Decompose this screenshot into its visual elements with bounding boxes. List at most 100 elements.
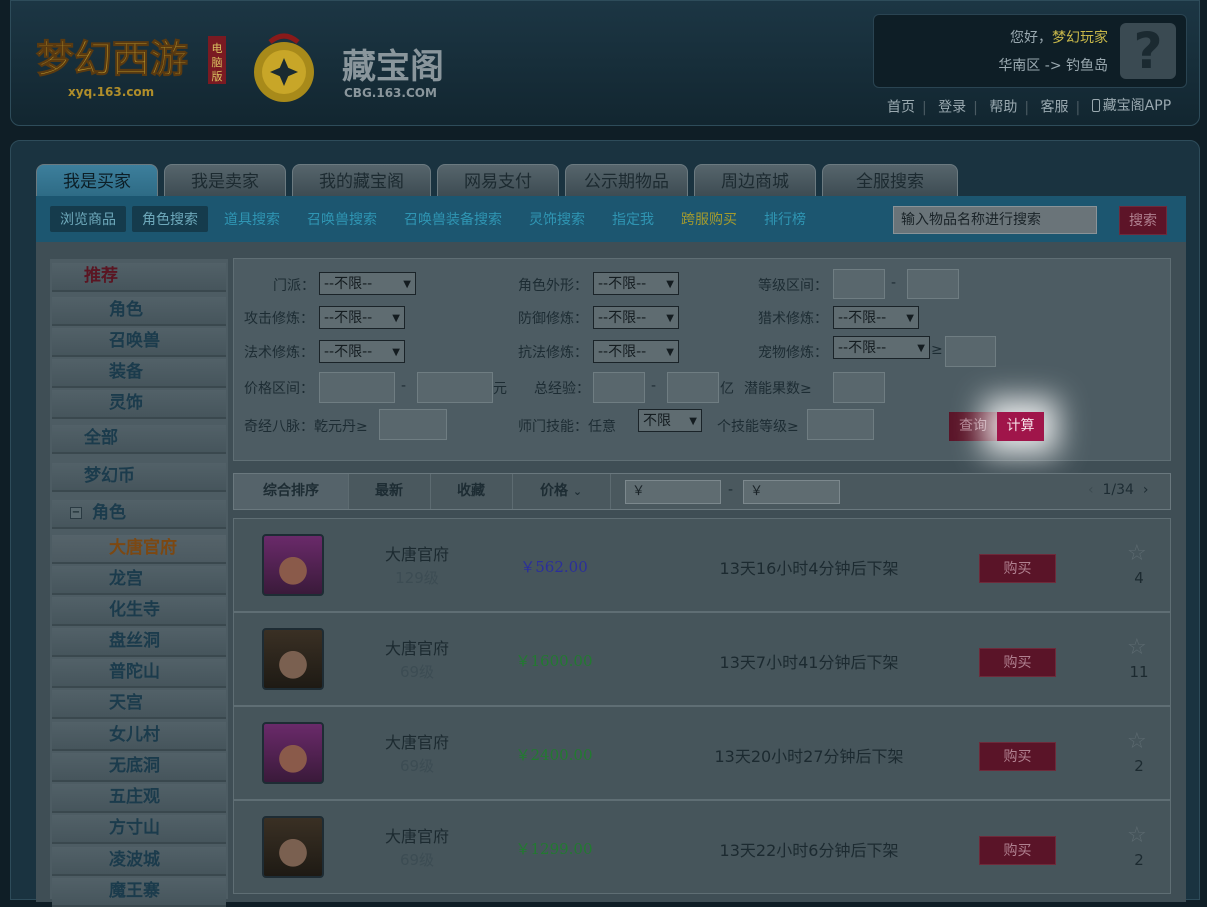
item-search-input[interactable]: 输入物品名称进行搜索 [893, 206, 1097, 234]
star-icon[interactable]: ☆ [1127, 541, 1147, 566]
nav-designated[interactable]: 指定我 [612, 209, 654, 229]
sidebar-recommend[interactable]: 推荐 [52, 263, 226, 292]
nav-ornament-search[interactable]: 灵饰搜索 [529, 209, 585, 229]
tab-shop[interactable]: 周边商城 [694, 164, 816, 198]
character-avatar[interactable] [262, 816, 324, 878]
potential-input[interactable] [833, 372, 885, 403]
avatar-placeholder-icon[interactable]: ? [1120, 23, 1176, 79]
pet-train-select[interactable]: --不限-- ▼ [833, 336, 930, 359]
sidebar-school-wudi[interactable]: 无底洞 [52, 753, 226, 782]
prev-page-icon[interactable]: ‹ [1088, 482, 1094, 498]
sidebar-school-lingbo[interactable]: 凌波城 [52, 847, 226, 876]
skill-level-input[interactable] [807, 409, 874, 440]
calc-button[interactable]: 计算 [997, 412, 1044, 441]
sort-comprehensive[interactable]: 综合排序 [234, 474, 349, 509]
buy-button[interactable]: 购买 [979, 742, 1056, 771]
username-link[interactable]: 梦幻玩家 [1052, 30, 1108, 46]
sidebar-item-ornament[interactable]: 灵饰 [52, 390, 226, 419]
sort-favorites[interactable]: 收藏 [430, 474, 513, 509]
nav-item-search[interactable]: 道具搜索 [224, 209, 280, 229]
level-min-input[interactable] [833, 269, 885, 299]
sidebar-currency[interactable]: 梦幻币 [52, 463, 226, 492]
sidebar-all[interactable]: 全部 [52, 425, 226, 454]
level-max-input[interactable] [907, 269, 959, 299]
nav-pet-search[interactable]: 召唤兽搜索 [307, 209, 377, 229]
sidebar-school-fangcun[interactable]: 方寸山 [52, 815, 226, 844]
sidebar-school-nver[interactable]: 女儿村 [52, 722, 226, 751]
listing-row[interactable]: 大唐官府 69级 ￥1299.00 13天22小时6分钟后下架 购买 ☆ 2 [233, 800, 1171, 894]
next-page-icon[interactable]: › [1143, 482, 1149, 498]
attack-select[interactable]: --不限-- ▼ [319, 306, 405, 329]
sidebar-school-mowang[interactable]: 魔王寨 [52, 878, 226, 907]
query-button[interactable]: 查询 [949, 412, 997, 441]
sort-price[interactable]: 价格 ⌄ [512, 474, 611, 509]
buy-button[interactable]: 购买 [979, 648, 1056, 677]
favorite-count: 4 [1134, 569, 1144, 587]
appearance-label: 角色外形： [518, 278, 588, 294]
buy-button[interactable]: 购买 [979, 554, 1056, 583]
buy-button[interactable]: 购买 [979, 836, 1056, 865]
sidebar-item-equipment[interactable]: 装备 [52, 359, 226, 388]
sidebar-school-tiangong[interactable]: 天宫 [52, 690, 226, 719]
star-icon[interactable]: ☆ [1127, 823, 1147, 848]
app-link[interactable]: 藏宝阁APP [1091, 95, 1171, 115]
sidebar-item-pet[interactable]: 召唤兽 [52, 328, 226, 357]
sidebar-school-datang[interactable]: 大唐官府 [52, 535, 226, 564]
magic-select[interactable]: --不限-- ▼ [319, 340, 405, 363]
sidebar-school-huasheng[interactable]: 化生寺 [52, 597, 226, 626]
support-link[interactable]: 客服 [1041, 100, 1069, 116]
game-logo[interactable]: 梦幻西游 电 脑 版 xyq.163.com [28, 22, 228, 102]
star-icon[interactable]: ☆ [1127, 729, 1147, 754]
chevron-down-icon: ▼ [666, 313, 674, 324]
tab-seller[interactable]: 我是卖家 [164, 164, 286, 198]
tab-netease-pay[interactable]: 网易支付 [437, 164, 559, 198]
character-avatar[interactable] [262, 534, 324, 596]
home-link[interactable]: 首页 [887, 100, 915, 116]
exp-unit: 亿 [720, 381, 734, 397]
school-select[interactable]: --不限-- ▼ [319, 272, 416, 295]
nav-ranking[interactable]: 排行榜 [764, 209, 806, 229]
character-avatar[interactable] [262, 722, 324, 784]
appearance-select[interactable]: --不限-- ▼ [593, 272, 679, 295]
tab-all-server-search[interactable]: 全服搜索 [822, 164, 958, 198]
login-link[interactable]: 登录 [938, 100, 966, 116]
nav-cross-server[interactable]: 跨服购买 [681, 209, 737, 229]
sidebar-item-role[interactable]: 角色 [52, 297, 226, 326]
sidebar-school-putuo[interactable]: 普陀山 [52, 659, 226, 688]
collapse-icon[interactable]: − [70, 507, 82, 519]
sidebar-school-longgong[interactable]: 龙宫 [52, 566, 226, 595]
star-icon[interactable]: ☆ [1127, 635, 1147, 660]
exp-min-input[interactable] [593, 372, 645, 403]
meridian-input[interactable] [379, 409, 447, 440]
sort-price-min-input[interactable]: ￥ [625, 480, 721, 504]
region-text[interactable]: 华南区 -> 钓鱼岛 [998, 55, 1108, 75]
sort-price-max-input[interactable]: ￥ [743, 480, 840, 504]
price-min-input[interactable] [319, 372, 395, 403]
sort-latest[interactable]: 最新 [348, 474, 431, 509]
listing-row[interactable]: 大唐官府 69级 ￥1600.00 13天7小时41分钟后下架 购买 ☆ 11 [233, 612, 1171, 706]
resist-select[interactable]: --不限-- ▼ [593, 340, 679, 363]
pet-train-input[interactable] [945, 336, 996, 367]
sidebar-school-wuzhuang[interactable]: 五庄观 [52, 784, 226, 813]
tab-my-cbg[interactable]: 我的藏宝阁 [292, 164, 431, 198]
nav-pet-equip-search[interactable]: 召唤兽装备搜索 [404, 209, 502, 229]
character-avatar[interactable] [262, 628, 324, 690]
defense-select[interactable]: --不限-- ▼ [593, 306, 679, 329]
nav-role-search[interactable]: 角色搜索 [132, 206, 208, 232]
search-button[interactable]: 搜索 [1119, 206, 1167, 235]
listing-row[interactable]: 大唐官府 129级 ￥562.00 13天16小时4分钟后下架 购买 ☆ 4 [233, 518, 1171, 612]
tab-public-items[interactable]: 公示期物品 [565, 164, 688, 198]
sidebar-role-group[interactable]: − 角色 [52, 500, 226, 529]
nav-browse[interactable]: 浏览商品 [50, 206, 126, 232]
listing-row[interactable]: 大唐官府 69级 ￥2400.00 13天20小时27分钟后下架 购买 ☆ 2 [233, 706, 1171, 800]
help-link[interactable]: 帮助 [989, 100, 1017, 116]
exp-max-input[interactable] [667, 372, 719, 403]
chevron-down-icon: ▼ [906, 313, 914, 324]
cbg-logo[interactable]: 藏宝阁 CBG.163.COM [240, 22, 470, 102]
skill-level-label: 个技能等级≥ [717, 419, 799, 435]
tab-buyer[interactable]: 我是买家 [36, 164, 158, 198]
price-max-input[interactable] [417, 372, 493, 403]
skill-count-select[interactable]: 不限 ▼ [638, 409, 702, 432]
sidebar-school-pansi[interactable]: 盘丝洞 [52, 628, 226, 657]
hunt-select[interactable]: --不限-- ▼ [833, 306, 919, 329]
